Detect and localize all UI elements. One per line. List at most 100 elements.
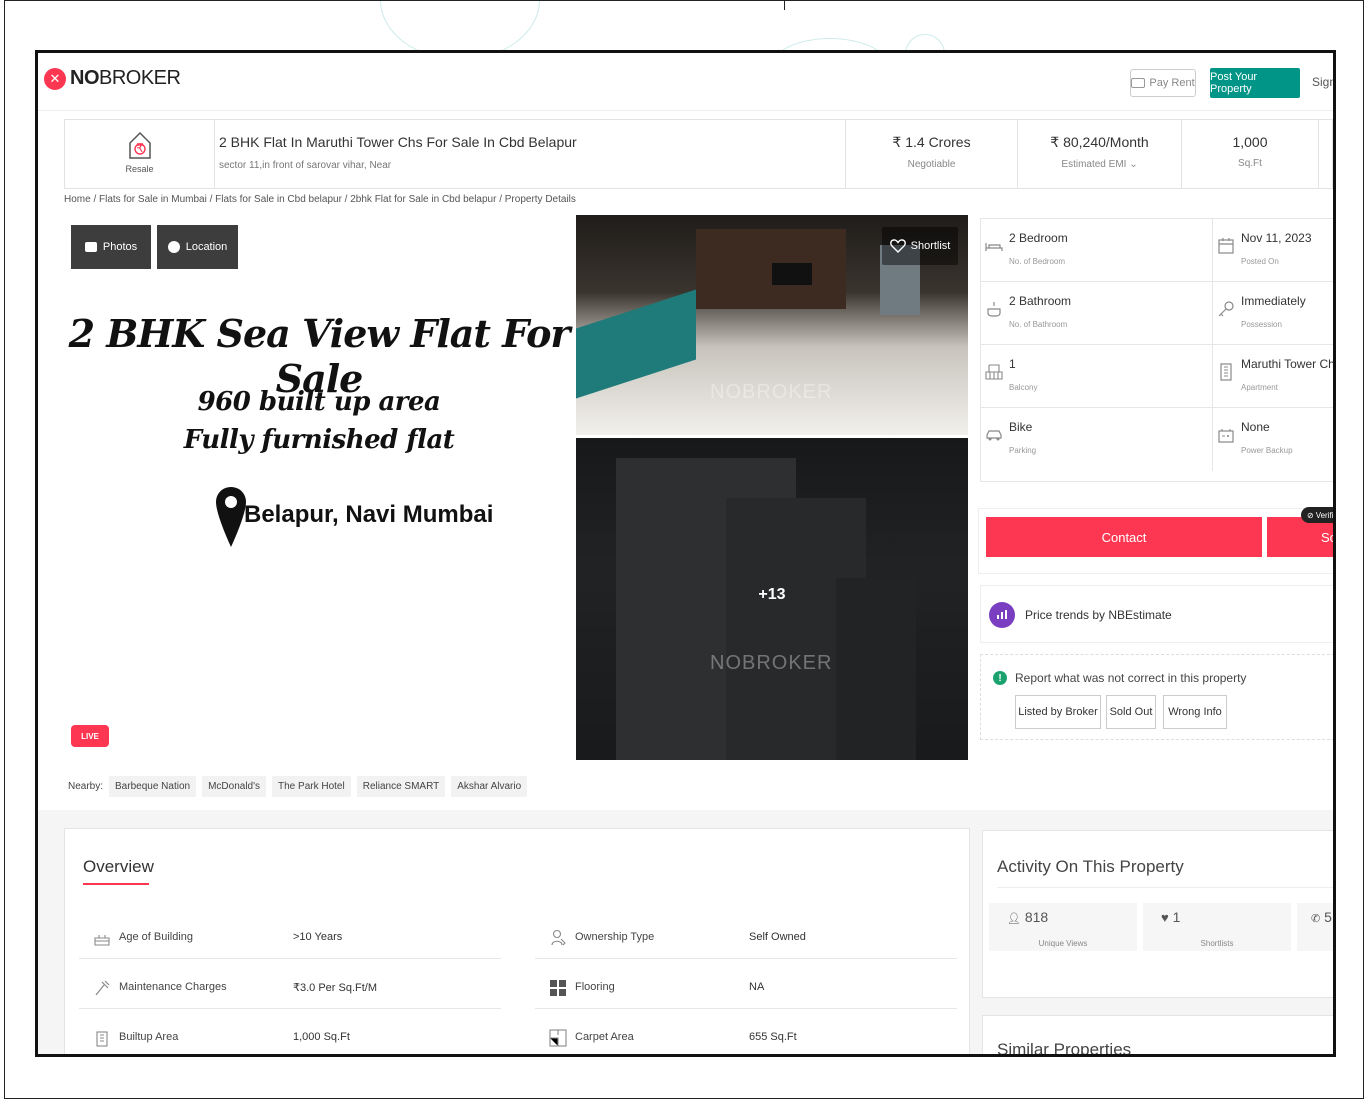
location-button[interactable]: Location [157,225,238,269]
person-icon [551,929,566,946]
fact-posted-on: Nov 11, 2023 Posted On [1213,219,1333,282]
heart-icon: ♥ [1161,910,1169,925]
calendar-icon [1218,238,1234,254]
fact-label: Posted On [1241,257,1279,266]
poster-line-1: 960 built up area [197,387,441,417]
cake-icon [94,935,110,946]
pay-rent-button[interactable]: Pay Rent [1130,69,1196,97]
emi-label: Estimated EMI ⌄ [1061,159,1138,170]
fact-value: 1 [1009,357,1016,371]
activity-divider [997,887,1333,888]
building-icon [96,1031,108,1047]
price-trends-card[interactable]: Price trends by NBEstimate [980,585,1333,643]
card-icon [1131,78,1146,88]
sign-in-link[interactable]: Sign [1312,75,1333,89]
photo-watermark: NOBROKER [710,652,833,674]
overview-underline [83,883,149,885]
fact-bathroom: 2 Bathroom No. of Bathroom [981,282,1213,345]
report-card: ! Report what was not correct in this pr… [980,654,1333,740]
price-value: ₹ 1.4 Crores [892,134,971,150]
hammer-icon [95,980,110,996]
overview-row: Maintenance Charges ₹3.0 Per Sq.Ft/M [79,965,501,1009]
car-icon [986,430,1002,441]
overview-key: Maintenance Charges [119,981,227,993]
unique-views-label: Unique Views [1038,939,1088,948]
fact-label: Parking [1009,446,1037,455]
top-tick [784,0,785,10]
similar-properties-title: Similar Properties [997,1040,1132,1057]
location-label: Location [185,241,228,253]
map-pin-icon [214,485,248,549]
fact-apartment: Maruthi Tower Chs Apartment [1213,345,1336,408]
shortlists-label: Shortlists [1200,939,1234,948]
interior-photo[interactable]: NOBROKER Shortlist [576,215,968,435]
listing-title-block: 2 BHK Flat In Maruthi Tower Chs For Sale… [219,134,577,171]
overview-value: 655 Sq.Ft [749,1031,797,1043]
report-text: Report what was not correct in this prop… [1015,671,1247,685]
phone-icon: ✆ [1311,913,1321,925]
photos-button[interactable]: Photos [71,225,151,269]
overview-key: Flooring [575,981,615,993]
breadcrumb[interactable]: Home / Flats for Sale in Mumbai / Flats … [64,194,576,205]
schedule-visit-button[interactable]: Sc [1267,517,1333,557]
listed-by-broker-button[interactable]: Listed by Broker [1015,695,1101,729]
overview-row: Flooring NA [535,965,957,1009]
nobroker-logo[interactable]: ✕ NOBROKER [44,67,181,90]
fact-power-backup: None Power Backup [1213,408,1333,471]
photo-watermark: NOBROKER [710,381,833,403]
emi-value: ₹ 80,240/Month [1050,134,1149,150]
building-photo[interactable]: +13 NOBROKER [576,438,968,760]
unique-views-stat: 👤︎ 818 Unique Views [989,903,1137,951]
balcony-icon [985,364,1003,380]
wrong-info-button[interactable]: Wrong Info [1163,695,1227,729]
fact-label: Power Backup [1241,446,1293,455]
tv-screen [772,263,812,285]
overview-row: Carpet Area 655 Sq.Ft [535,1015,957,1054]
poster-line-2: Fully furnished flat [183,425,455,455]
listing-title: 2 BHK Flat In Maruthi Tower Chs For Sale… [219,134,577,150]
nearby-chip[interactable]: Reliance SMART [356,775,446,797]
overview-key: Builtup Area [119,1031,179,1043]
shortlist-button[interactable]: Shortlist [882,227,958,265]
heart-icon [889,239,906,253]
similar-properties-card: Similar Properties [982,1015,1333,1057]
wall-panel [696,229,846,309]
price-trends-label: Price trends by NBEstimate [1025,608,1172,622]
emi-cell[interactable]: ₹ 80,240/Month Estimated EMI ⌄ [1017,120,1181,188]
overview-value: ₹3.0 Per Sq.Ft/M [293,982,378,994]
tiles-icon [550,980,566,996]
post-property-button[interactable]: Post Your Property [1210,68,1300,98]
fact-value: Maruthi Tower Chs [1241,357,1336,371]
contacted-stat: ✆ 5 [1297,903,1333,951]
nearby-chip[interactable]: Barbeque Nation [109,775,197,797]
key-icon [1218,301,1234,317]
contact-button[interactable]: Contact [986,517,1262,557]
area-unit: Sq.Ft [1238,158,1262,169]
building-icon [1220,363,1232,381]
shortlist-label: Shortlist [910,240,951,252]
area-cell: 1,000 Sq.Ft [1181,120,1319,188]
nearby-chip[interactable]: Akshar Alvario [451,775,528,797]
nearby-chip[interactable]: The Park Hotel [272,775,351,797]
logo-text: NOBROKER [70,67,181,89]
floorplan-icon [549,1029,567,1047]
svg-text:₹: ₹ [136,141,144,155]
nearby-chip[interactable]: McDonald's [202,775,267,797]
verified-badge: ⊘ Verifi [1301,507,1333,523]
photos-label: Photos [102,241,138,253]
browser-screenshot: ✕ NOBROKER Pay Rent Post Your Property S… [35,50,1336,1057]
overview-value: >10 Years [293,931,343,943]
logo-mark-icon: ✕ [44,67,66,90]
fact-value: 2 Bathroom [1009,294,1072,308]
listing-poster[interactable]: Photos Location 2 BHK Sea View Flat For … [64,215,574,759]
fact-label: Balcony [1009,383,1038,392]
fact-value: Immediately [1241,294,1306,308]
price-cell: ₹ 1.4 Crores Negotiable [845,120,1017,188]
fact-balcony: 1 Balcony [981,345,1213,408]
more-photos-count[interactable]: +13 [576,586,968,604]
resale-label: Resale [125,164,154,174]
sofa [576,289,696,399]
price-note: Negotiable [907,159,956,170]
sold-out-button[interactable]: Sold Out [1106,695,1156,729]
camera-icon [84,242,97,252]
